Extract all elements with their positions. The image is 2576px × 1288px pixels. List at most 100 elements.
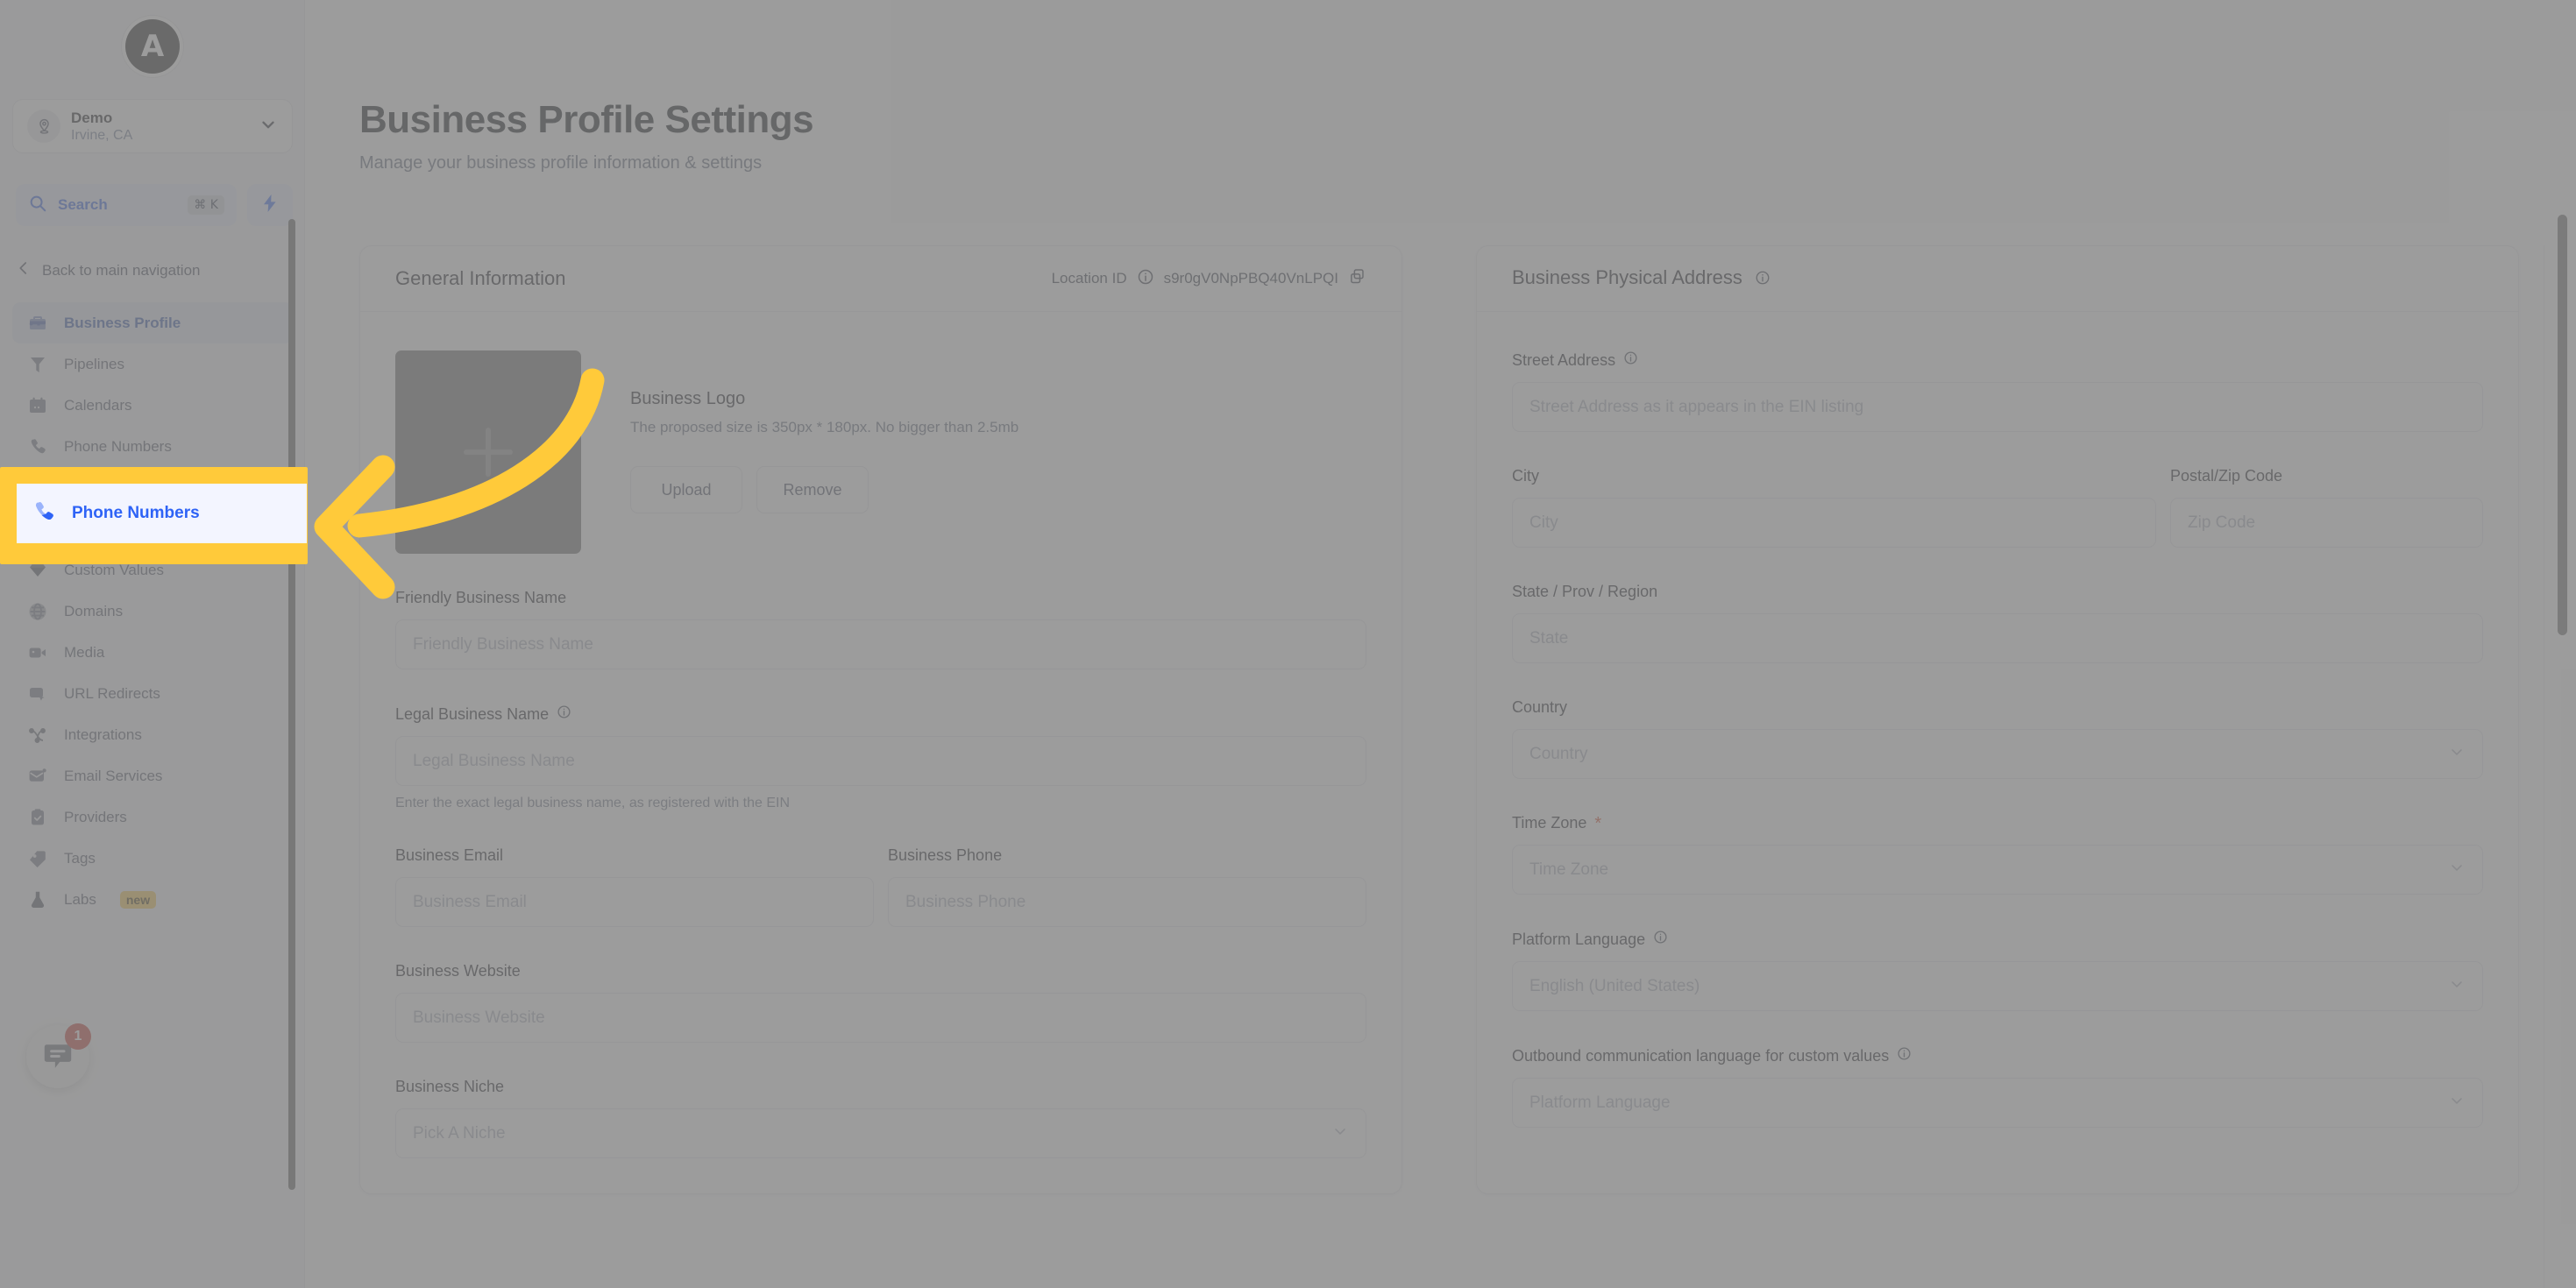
chat-widget-button[interactable]: 1 xyxy=(26,1023,91,1088)
input-placeholder: Business Phone xyxy=(905,892,1026,911)
city-field: City City xyxy=(1512,467,2156,548)
input-placeholder: Legal Business Name xyxy=(413,751,575,770)
info-circle-icon[interactable] xyxy=(1137,268,1154,290)
copy-icon[interactable] xyxy=(1348,267,1366,290)
sidebar-item-custom-fields[interactable]: Custom Fields xyxy=(12,508,293,549)
location-name: Demo xyxy=(71,109,113,126)
friendly-business-name-input[interactable]: Friendly Business Name xyxy=(395,619,1366,669)
remove-button[interactable]: Remove xyxy=(756,466,869,513)
location-id-value: s9r0gV0NpPBQ40VnLPQI xyxy=(1163,270,1338,287)
business-logo-hint: The proposed size is 350px * 180px. No b… xyxy=(630,419,1019,435)
sidebar-item-label: Calendars xyxy=(64,396,132,414)
quick-action-button[interactable] xyxy=(247,184,293,226)
sidebar-item-pipelines[interactable]: Pipelines xyxy=(12,343,293,385)
video-camera-icon xyxy=(26,641,49,664)
state-input[interactable]: State xyxy=(1512,613,2483,663)
fields-icon xyxy=(26,518,49,541)
legal-business-name-input[interactable]: Legal Business Name xyxy=(395,736,1366,786)
state-field: State / Prov / Region State xyxy=(1512,583,2483,663)
business-logo-dropzone[interactable] xyxy=(395,350,581,554)
business-niche-field: Business Niche Pick A Niche xyxy=(395,1078,1366,1158)
outbound-language-select[interactable]: Platform Language xyxy=(1512,1078,2483,1128)
business-email-field: Business Email Business Email xyxy=(395,846,874,927)
info-circle-icon[interactable] xyxy=(1755,268,1771,291)
country-select[interactable]: Country xyxy=(1512,729,2483,779)
sidebar-item-domains[interactable]: Domains xyxy=(12,591,293,632)
physical-address-title: Business Physical Address xyxy=(1512,266,1771,291)
chevron-down-icon xyxy=(2448,1092,2466,1115)
chevron-down-icon xyxy=(2448,859,2466,881)
lightning-bolt-icon xyxy=(259,193,280,218)
info-circle-icon[interactable] xyxy=(557,704,571,724)
main-scrollbar[interactable] xyxy=(2558,215,2567,635)
physical-address-title-text: Business Physical Address xyxy=(1512,266,1742,288)
sidebar-item-media[interactable]: Media xyxy=(12,632,293,673)
info-circle-icon[interactable] xyxy=(1897,1046,1912,1065)
back-to-main-navigation[interactable]: Back to main navigation xyxy=(16,260,201,280)
sidebar-item-integrations[interactable]: Integrations xyxy=(12,714,293,755)
sidebar-item-url-redirects[interactable]: URL Redirects xyxy=(12,673,293,714)
select-placeholder: Country xyxy=(1529,744,1588,763)
input-placeholder: Friendly Business Name xyxy=(413,634,593,654)
business-logo-label: Business Logo xyxy=(630,389,746,408)
brand-logo[interactable]: A xyxy=(125,19,180,74)
upload-button[interactable]: Upload xyxy=(630,466,742,513)
funnel-icon xyxy=(26,353,49,376)
business-email-label: Business Email xyxy=(395,846,504,864)
info-circle-icon[interactable] xyxy=(1623,350,1638,370)
chevron-left-icon xyxy=(16,260,32,280)
input-placeholder: Business Website xyxy=(413,1008,545,1027)
page-header: Business Profile Settings Manage your bu… xyxy=(359,98,814,173)
sidebar-item-reputation[interactable]: Reputation xyxy=(12,467,293,508)
required-marker: * xyxy=(1594,813,1602,833)
location-id-label: Location ID xyxy=(1051,270,1127,287)
app-root: A Demo Irvine, CA Search ⌘ K Back to mai… xyxy=(0,0,2576,1288)
chevron-down-icon xyxy=(259,115,278,138)
postal-code-label: Postal/Zip Code xyxy=(2170,467,2283,485)
sidebar-item-label: Media xyxy=(64,643,105,661)
city-input[interactable]: City xyxy=(1512,498,2156,548)
sidebar-item-label: Tags xyxy=(64,849,96,867)
page-title: Business Profile Settings xyxy=(359,98,814,141)
business-niche-select[interactable]: Pick A Niche xyxy=(395,1108,1366,1158)
sidebar-item-label: Providers xyxy=(64,808,127,825)
select-placeholder: Pick A Niche xyxy=(413,1123,506,1143)
sidebar-item-phone-numbers[interactable]: Phone Numbers xyxy=(12,426,293,467)
info-circle-icon[interactable] xyxy=(1653,930,1668,949)
platform-language-select[interactable]: English (United States) xyxy=(1512,961,2483,1011)
sidebar-item-tags[interactable]: Tags xyxy=(12,838,293,879)
sidebar-item-calendars[interactable]: Calendars xyxy=(12,385,293,426)
sidebar-item-business-profile[interactable]: Business Profile xyxy=(12,302,293,343)
location-pin-icon xyxy=(27,110,60,143)
business-email-input[interactable]: Business Email xyxy=(395,877,874,927)
sidebar-item-labs[interactable]: Labs new xyxy=(12,879,293,920)
street-address-input[interactable]: Street Address as it appears in the EIN … xyxy=(1512,382,2483,432)
postal-code-input[interactable]: Zip Code xyxy=(2170,498,2483,548)
sidebar-item-email-services[interactable]: Email Services xyxy=(12,755,293,796)
sidebar-item-providers[interactable]: Providers xyxy=(12,796,293,838)
sidebar-scrollbar[interactable] xyxy=(288,219,295,1190)
time-zone-select[interactable]: Time Zone xyxy=(1512,845,2483,895)
input-placeholder: Zip Code xyxy=(2188,513,2256,532)
legal-business-name-help: Enter the exact legal business name, as … xyxy=(395,796,791,810)
business-website-input[interactable]: Business Website xyxy=(395,993,1366,1043)
tag-icon xyxy=(26,847,49,870)
sidebar-item-label: Domains xyxy=(64,602,124,619)
physical-address-card-header: Business Physical Address xyxy=(1477,246,2518,312)
nodes-icon xyxy=(26,724,49,747)
location-switcher[interactable]: Demo Irvine, CA xyxy=(12,99,293,153)
search-input[interactable]: Search ⌘ K xyxy=(16,184,237,226)
business-phone-field: Business Phone Business Phone xyxy=(888,846,1366,927)
legal-business-name-field: Legal Business Name Legal Business Name … xyxy=(395,704,1366,811)
business-phone-input[interactable]: Business Phone xyxy=(888,877,1366,927)
chevron-down-icon xyxy=(1331,1122,1349,1145)
sidebar-item-label: Reputation xyxy=(64,478,137,496)
calendar-icon xyxy=(26,394,49,417)
main-content: Business Profile Settings Manage your bu… xyxy=(305,0,2576,1288)
business-phone-label: Business Phone xyxy=(888,846,1003,864)
email-phone-row: Business Email Business Email Business P… xyxy=(395,846,1366,927)
sidebar-item-label: Labs xyxy=(64,890,96,908)
sidebar-item-custom-values[interactable]: Custom Values xyxy=(12,549,293,591)
city-label: City xyxy=(1512,467,1539,485)
search-row: Search ⌘ K xyxy=(16,184,293,226)
